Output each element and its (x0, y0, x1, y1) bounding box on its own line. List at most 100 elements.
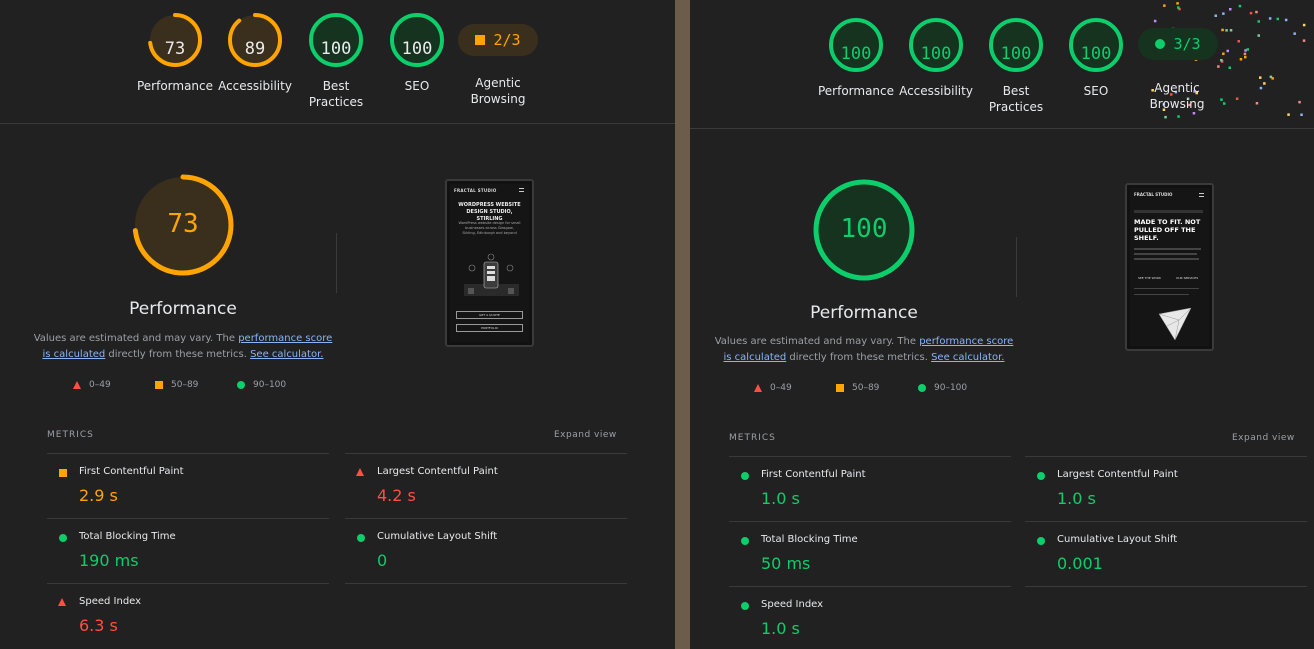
confetti-piece (1237, 40, 1240, 43)
legend-label: 90–100 (253, 380, 287, 390)
metrics-heading: METRICS (729, 433, 776, 443)
confetti-piece (1225, 29, 1228, 32)
vertical-divider (1016, 237, 1017, 297)
metric-name: First Contentful Paint (79, 466, 184, 477)
see-calculator-link[interactable]: See calculator. (250, 349, 323, 360)
average-square-icon (475, 35, 486, 45)
confetti-piece (1302, 39, 1306, 42)
performance-gauge-large: 73 (123, 165, 243, 285)
confetti-piece (1192, 112, 1196, 115)
screenshot-line (1134, 210, 1203, 213)
confetti-piece (1244, 49, 1247, 52)
performance-title: Performance (810, 303, 918, 323)
confetti-piece (1257, 34, 1260, 37)
confetti-piece (1222, 12, 1225, 15)
agentic-score: 2/3 (493, 31, 521, 49)
confetti-piece (1177, 115, 1180, 118)
confetti-piece (1176, 2, 1179, 5)
lighthouse-report-before: 73 Performance 89 Accessibility 100 Best… (0, 0, 675, 649)
confetti-piece (1259, 86, 1263, 90)
metric-value: 2.9 s (79, 486, 118, 505)
confetti-piece (1246, 48, 1249, 51)
pass-circle-icon (1037, 537, 1045, 545)
pass-circle-icon (1037, 472, 1045, 480)
confetti-piece (1177, 6, 1180, 9)
divider (0, 123, 675, 124)
confetti-piece (1293, 32, 1296, 35)
screenshot-illustration (464, 253, 519, 296)
metrics-heading: METRICS (47, 430, 94, 440)
confetti-piece (1229, 29, 1233, 32)
confetti-piece (1298, 100, 1301, 104)
screenshot-button-quote: GET A QUOTE (456, 311, 523, 319)
metric-value: 0 (377, 551, 388, 570)
metric-value: 1.0 s (761, 619, 800, 638)
confetti-piece (1287, 113, 1290, 116)
desc-text: directly from these metrics. (786, 352, 932, 363)
agentic-label: Agentic Browsing (1149, 81, 1205, 111)
metric-value: 50 ms (761, 554, 811, 573)
legend-fail: 0–49 (73, 380, 155, 390)
pass-circle-icon (59, 534, 67, 542)
expand-view-toggle[interactable]: Expand view (554, 430, 617, 440)
screenshot-line (1134, 248, 1201, 250)
fail-triangle-icon (73, 381, 81, 389)
average-square-icon (59, 469, 67, 477)
score-legend: 0–49 50–89 90–100 (754, 383, 1000, 393)
agentic-score: 3/3 (1173, 35, 1201, 53)
metric-name: Speed Index (761, 599, 824, 610)
confetti-piece (1214, 14, 1217, 17)
confetti-piece (1163, 4, 1166, 7)
confetti-piece (1284, 18, 1288, 22)
agentic-label: Agentic Browsing (470, 76, 526, 106)
screenshot-screen: FRACTAL STUDIO MADE TO FIT. NOT PULLED O… (1130, 188, 1209, 346)
metric-si: Speed Index 1.0 s (729, 586, 1011, 649)
metric-name: Cumulative Layout Shift (1057, 534, 1178, 545)
legend-average: 50–89 (155, 380, 237, 390)
desc-text: directly from these metrics. (105, 349, 251, 360)
score-legend: 0–49 50–89 90–100 (73, 380, 319, 390)
confetti-piece (1235, 97, 1239, 100)
metric-value: 1.0 s (1057, 489, 1096, 508)
confetti-piece (1255, 102, 1259, 105)
fail-triangle-icon (58, 598, 66, 606)
metric-name: Cumulative Layout Shift (377, 531, 498, 542)
metric-tbt: Total Blocking Time 50 ms (729, 521, 1011, 586)
legend-average: 50–89 (836, 383, 918, 393)
metric-name: First Contentful Paint (761, 469, 866, 480)
expand-view-toggle[interactable]: Expand view (1232, 433, 1295, 443)
average-square-icon (836, 384, 844, 392)
pass-circle-icon (741, 472, 749, 480)
desc-text: Values are estimated and may vary. The (714, 336, 920, 347)
performance-description: Values are estimated and may vary. The p… (33, 331, 333, 363)
confetti-piece (1239, 58, 1243, 61)
confetti-piece (1268, 17, 1272, 20)
gauge-label: Best Practices (988, 84, 1044, 114)
screenshot-brand: FRACTAL STUDIO (1134, 192, 1173, 197)
confetti-piece (1228, 66, 1231, 69)
pass-circle-icon (741, 537, 749, 545)
metric-grid-divider (345, 583, 627, 584)
page-screenshot-thumbnail[interactable]: FRACTAL STUDIO WORDPRESS WEBSITE DESIGN … (445, 179, 534, 347)
metric-name: Largest Contentful Paint (1057, 469, 1178, 480)
metric-name: Speed Index (79, 596, 142, 607)
confetti-piece (1300, 113, 1303, 116)
page-screenshot-thumbnail[interactable]: FRACTAL STUDIO MADE TO FIT. NOT PULLED O… (1125, 183, 1214, 351)
agentic-browsing-badge[interactable]: 2/3 (458, 24, 538, 56)
see-calculator-link[interactable]: See calculator. (931, 352, 1004, 363)
screenshot-headline: WORDPRESS WEBSITE DESIGN STUDIO, STIRLIN… (458, 202, 521, 222)
confetti-piece (1302, 23, 1306, 27)
confetti-piece (1276, 17, 1279, 21)
metric-fcp: First Contentful Paint 1.0 s (729, 456, 1011, 521)
performance-score-large: 73 (167, 209, 199, 239)
metric-value: 1.0 s (761, 489, 800, 508)
hamburger-icon (519, 188, 524, 192)
legend-label: 50–89 (171, 380, 199, 390)
confetti-piece (1164, 115, 1167, 119)
metric-name: Total Blocking Time (79, 531, 176, 542)
confetti-piece (1229, 8, 1232, 11)
screenshot-line (1134, 294, 1189, 295)
metric-name: Largest Contentful Paint (377, 466, 498, 477)
agentic-browsing-badge[interactable]: 3/3 (1138, 28, 1218, 60)
confetti-piece (1153, 19, 1157, 23)
